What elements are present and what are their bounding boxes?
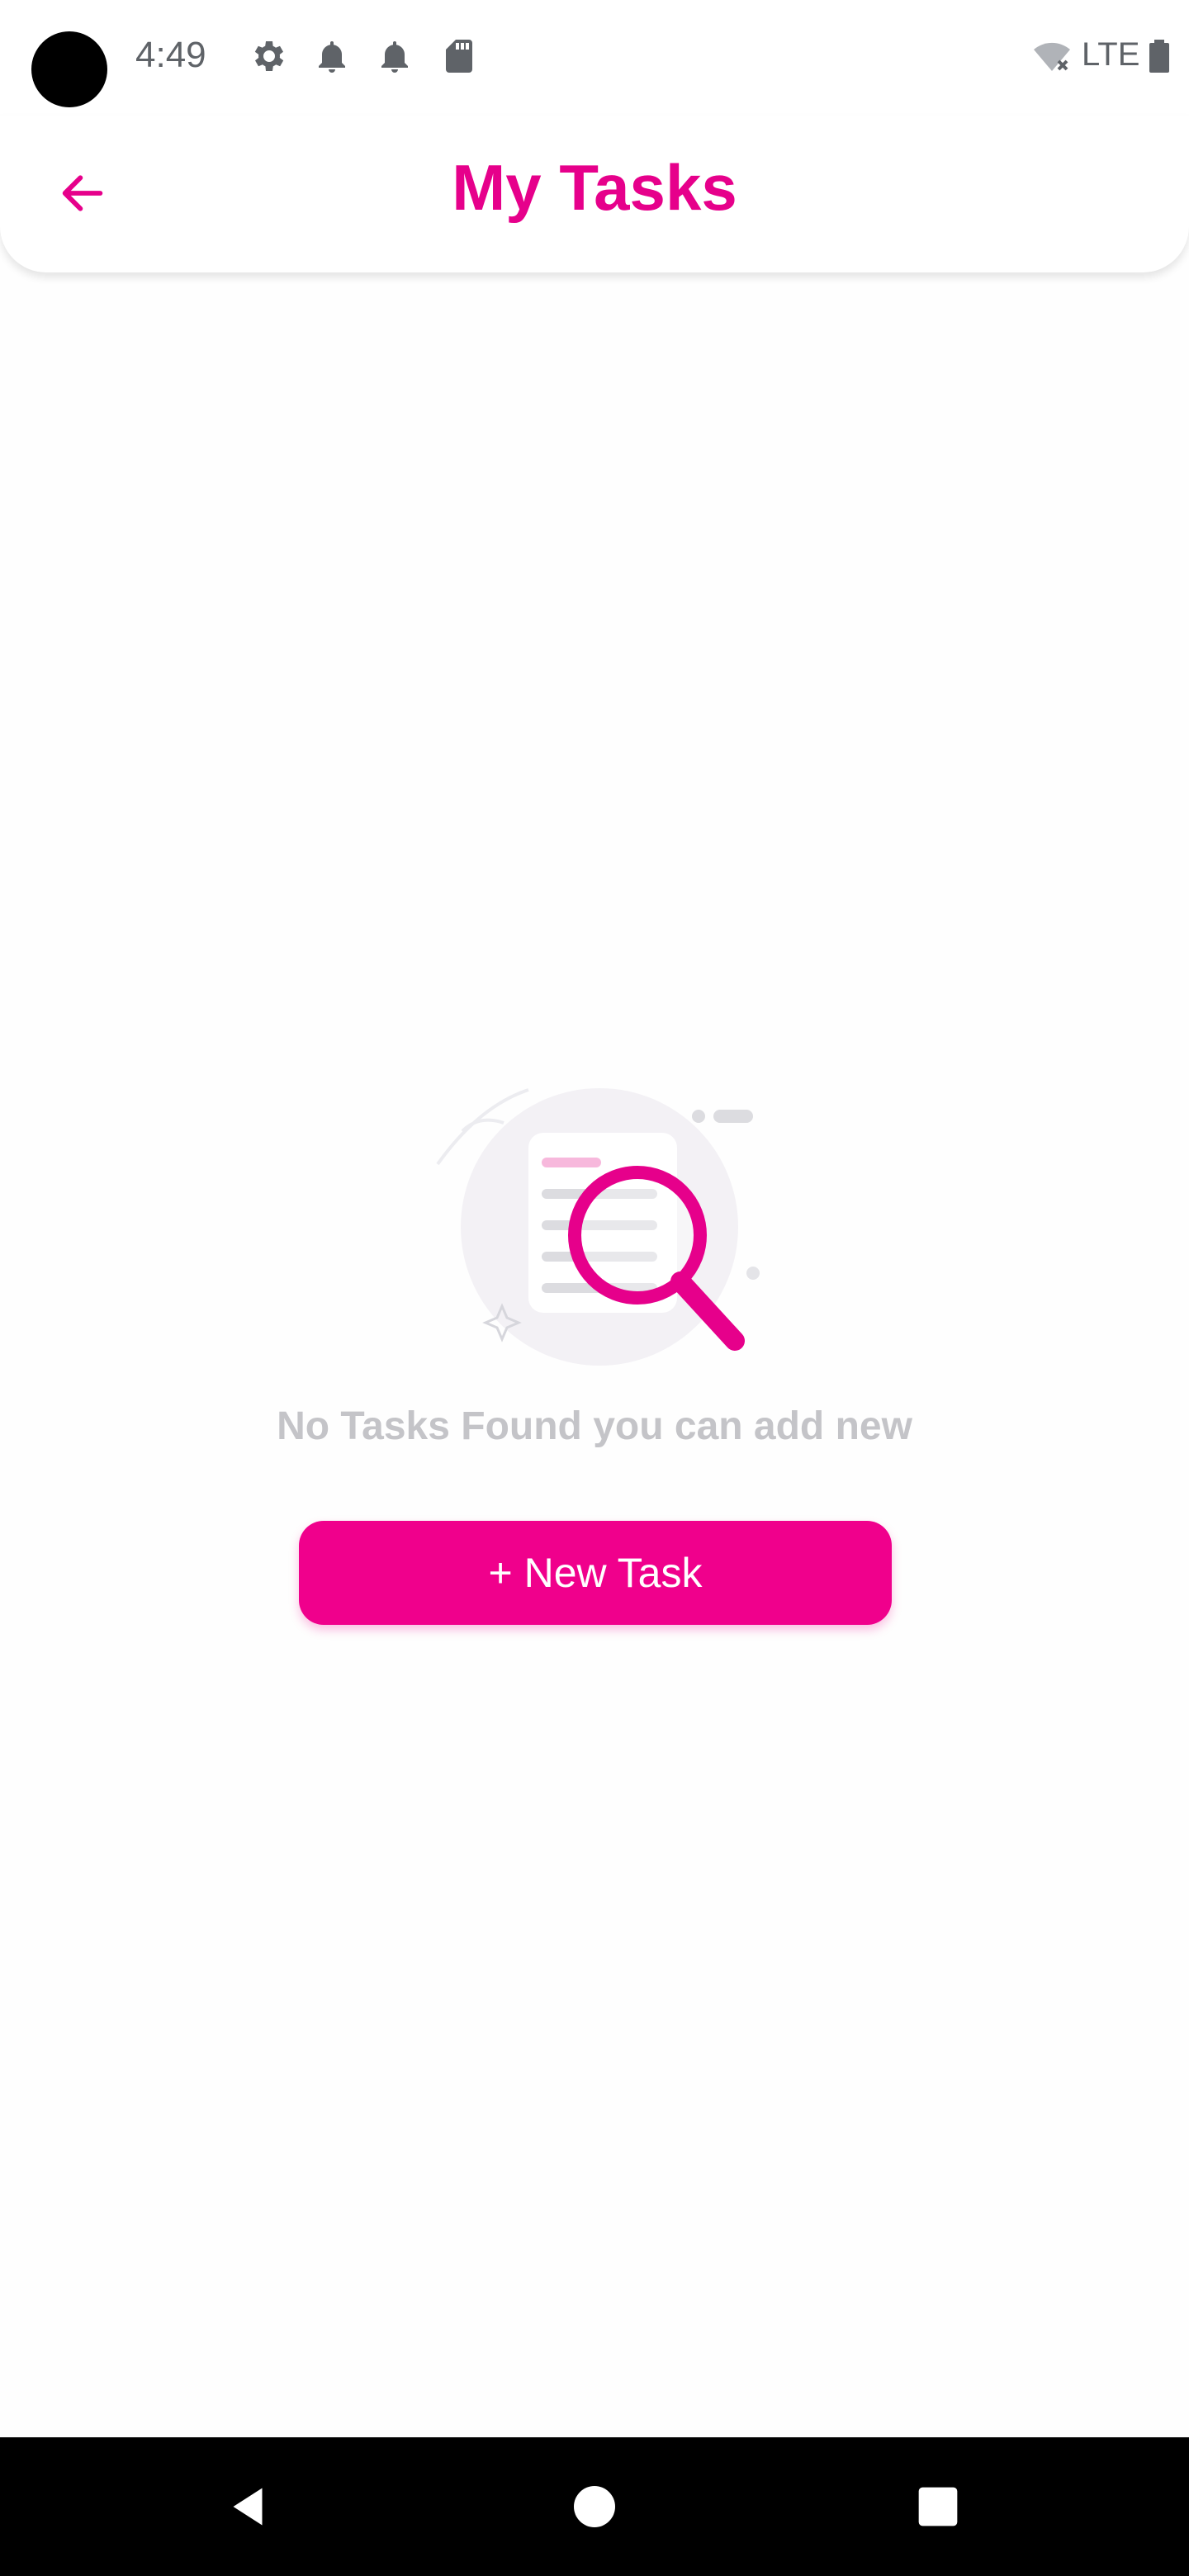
network-type: LTE [1082, 36, 1140, 73]
document-search-illustration [436, 1088, 760, 1366]
notification-bell-icon [381, 41, 408, 73]
back-triangle-icon [233, 2488, 263, 2526]
app-header: My Tasks [0, 116, 1189, 272]
nav-recents-button[interactable] [869, 2437, 1007, 2576]
screen: 4:49 LTE My Tasks No Tasks Found you can… [0, 0, 1189, 2576]
empty-state-message: No Tasks Found you can add new [277, 1404, 912, 1448]
page-title: My Tasks [452, 151, 737, 224]
nav-back-button[interactable] [178, 2437, 317, 2576]
notification-bell-icon [319, 41, 345, 73]
status-time: 4:49 [135, 35, 206, 75]
camera-cutout [31, 31, 107, 107]
battery-icon [1149, 40, 1169, 73]
nav-home-button[interactable] [525, 2437, 664, 2576]
status-bar: 4:49 LTE [0, 0, 1189, 116]
recents-square-icon [918, 2487, 958, 2526]
home-circle-icon [574, 2486, 615, 2527]
system-nav-bar [0, 2437, 1189, 2576]
gear-icon [254, 41, 284, 71]
new-task-button[interactable]: + New Task [299, 1521, 892, 1625]
sd-card-icon [446, 40, 472, 73]
wifi-off-icon [1034, 42, 1070, 71]
